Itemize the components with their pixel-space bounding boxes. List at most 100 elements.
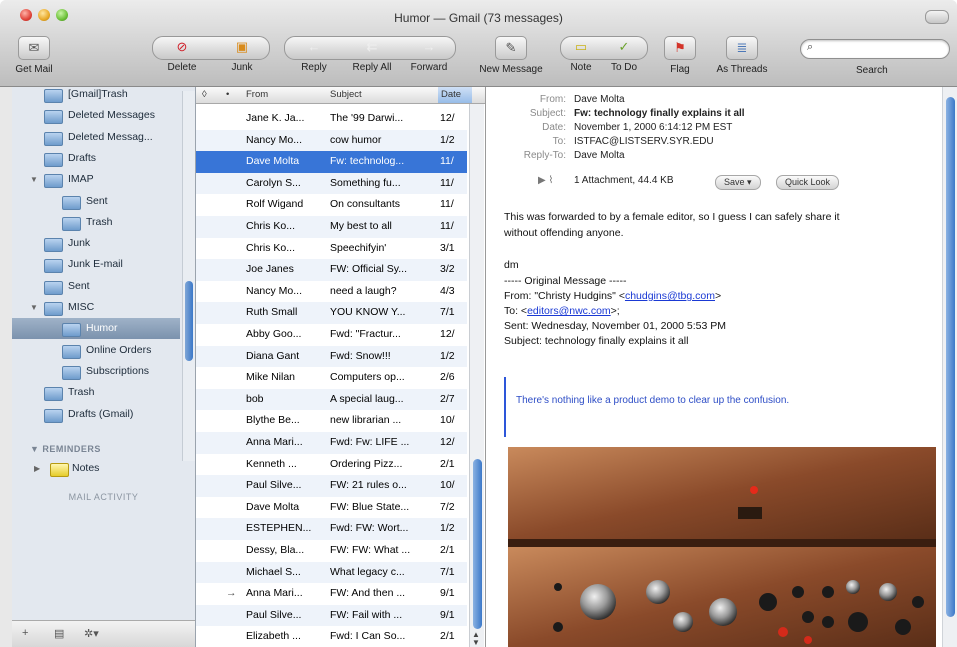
quick-look-button[interactable]: Quick Look: [776, 175, 840, 190]
junk-bag-icon: ▣: [235, 39, 249, 54]
to-value[interactable]: ISTFAC@LISTSERV.SYR.EDU: [574, 136, 714, 147]
new-message-button[interactable]: ✎ New Message: [470, 36, 552, 75]
original-from-prefix: From: "Christy Hudgins" <: [504, 290, 625, 302]
message-from: Carolyn S...: [246, 176, 301, 189]
message-row[interactable]: → Anna Mari... FW: And then ... 9/1: [196, 583, 467, 605]
inline-image-attachment[interactable]: [508, 442, 936, 647]
message-row[interactable]: ESTEPHEN... Fwd: FW: Wort... 1/2: [196, 518, 467, 540]
reply-all-button[interactable]: ⇇ Reply All: [346, 36, 398, 73]
reply-arrow-icon: ←: [307, 39, 321, 54]
sidebar-item[interactable]: ▼ IMAP: [12, 169, 180, 190]
sidebar-item-label: Online Orders: [86, 343, 152, 356]
subject-column-header[interactable]: Subject: [330, 89, 362, 100]
message-row[interactable]: Chris Ko... Speechifyin' 3/1: [196, 238, 467, 260]
sidebar-item-notes[interactable]: ▶ Notes: [12, 458, 180, 479]
sidebar-item[interactable]: Humor: [12, 318, 180, 340]
original-to-email-link[interactable]: editors@nwc.com: [527, 305, 611, 317]
get-mail-button[interactable]: ✉ Get Mail: [14, 36, 54, 75]
as-threads-button[interactable]: ≣ As Threads: [710, 36, 774, 75]
message-row[interactable]: Diana Gant Fwd: Snow!!! 1/2: [196, 345, 467, 368]
message-row[interactable]: Elizabeth ... Fwd: I Can So... 2/1: [196, 626, 467, 647]
delete-icon: ⊘: [176, 39, 188, 54]
sidebar-item-label: Humor: [86, 322, 118, 335]
disclosure-triangle-icon[interactable]: ▼: [30, 297, 38, 318]
message-row[interactable]: Paul Silve... FW: Fail with ... 9/1: [196, 604, 467, 627]
message-row[interactable]: Joe Janes FW: Official Sy... 3/2: [196, 259, 467, 281]
flag-button[interactable]: ⚑ Flag: [662, 36, 698, 75]
from-value[interactable]: Dave Molta: [574, 94, 625, 105]
delete-button[interactable]: ⊘ Delete: [162, 36, 202, 73]
message-row[interactable]: Dave Molta FW: Blue State... 7/2: [196, 497, 467, 519]
sidebar-item[interactable]: Deleted Messages: [12, 105, 180, 126]
sidebar-item[interactable]: Junk E-mail: [12, 254, 180, 275]
message-list-scrollbar[interactable]: ▲ ▼: [469, 104, 484, 647]
message-row[interactable]: Dessy, Bla... FW: FW: What ... 2/1: [196, 540, 467, 562]
sidebar-item[interactable]: Drafts (Gmail): [12, 404, 180, 425]
message-row[interactable]: Jane K. Ja... The '99 Darwi... 12/: [196, 108, 467, 130]
to-do-button[interactable]: ✓ To Do: [606, 36, 642, 73]
attachment-disclosure-icon[interactable]: ▶ ⌇: [538, 175, 553, 186]
search-field[interactable]: ⌕: [800, 39, 950, 59]
search-input[interactable]: [821, 41, 945, 57]
sidebar-item[interactable]: Deleted Messag...: [12, 127, 180, 148]
message-list-scroll-thumb[interactable]: [473, 459, 482, 629]
sidebar-item[interactable]: Online Orders: [12, 340, 180, 361]
gear-icon[interactable]: ✲▾: [84, 627, 99, 640]
message-row[interactable]: Mike Nilan Computers op... 2/6: [196, 367, 467, 389]
message-subject: Speechifyin': [330, 241, 387, 254]
sidebar-item[interactable]: Drafts: [12, 148, 180, 169]
delete-label: Delete: [167, 62, 197, 73]
message-row[interactable]: Blythe Be... new librarian ... 10/: [196, 410, 467, 432]
original-from-email-link[interactable]: chudgins@tbg.com: [625, 290, 715, 302]
show-photo-browser-icon[interactable]: ▤: [54, 627, 64, 640]
sidebar-scroll-thumb[interactable]: [185, 281, 193, 361]
message-row[interactable]: bob A special laug... 2/7: [196, 388, 467, 411]
save-attachment-button[interactable]: Save ▾: [715, 175, 761, 190]
original-from-line: From: "Christy Hudgins" <chudgins@tbg.co…: [504, 290, 721, 302]
sidebar-scrollbar[interactable]: [182, 91, 195, 461]
from-column-header[interactable]: From: [246, 89, 268, 100]
message-from: Joe Janes: [246, 263, 294, 276]
sidebar-item[interactable]: ▼ MISC: [12, 297, 180, 318]
sidebar-item[interactable]: [Gmail]Trash: [12, 84, 180, 105]
sidebar-item[interactable]: Trash: [12, 382, 180, 403]
message-row[interactable]: Kenneth ... Ordering Pizz... 2/1: [196, 454, 467, 476]
message-row[interactable]: Nancy Mo... need a laugh? 4/3: [196, 281, 467, 303]
thread-column-icon[interactable]: ◊: [202, 89, 207, 100]
sidebar-item[interactable]: Sent: [12, 276, 180, 297]
message-row[interactable]: Carolyn S... Something fu... 11/: [196, 172, 467, 195]
toolbar-toggle-button[interactable]: [925, 10, 949, 24]
message-row[interactable]: Anna Mari... Fwd: Fw: LIFE ... 12/: [196, 432, 467, 454]
note-button[interactable]: ▭ Note: [564, 36, 598, 73]
folder-icon: [44, 238, 63, 253]
sidebar-item[interactable]: Subscriptions: [12, 361, 180, 382]
to-label: To:: [552, 136, 566, 147]
message-viewer-scrollbar[interactable]: [942, 87, 957, 647]
disclosure-triangle-icon[interactable]: ▼: [30, 169, 38, 190]
original-to-line: To: <editors@nwc.com>;: [504, 305, 620, 317]
reply-to-value[interactable]: Dave Molta: [574, 150, 625, 161]
message-row[interactable]: Abby Goo... Fwd: "Fractur... 12/: [196, 324, 467, 346]
add-mailbox-icon[interactable]: +: [22, 627, 28, 639]
reply-button[interactable]: ← Reply: [292, 36, 336, 73]
reminders-section-header[interactable]: ▼ REMINDERS: [30, 444, 101, 454]
sidebar-item[interactable]: Junk: [12, 233, 180, 254]
message-row[interactable]: Michael S... What legacy c... 7/1: [196, 561, 467, 584]
folder-icon: [62, 323, 81, 338]
search-icon: ⌕: [807, 41, 814, 53]
sidebar-item[interactable]: Trash: [12, 212, 180, 233]
envelope-icon: ✉: [18, 36, 50, 60]
forward-button[interactable]: → Forward: [404, 36, 454, 73]
message-row[interactable]: Nancy Mo... cow humor 1/2: [196, 129, 467, 152]
date-column-header[interactable]: Date: [438, 87, 472, 103]
flag-column-icon[interactable]: •: [226, 89, 229, 100]
junk-button[interactable]: ▣ Junk: [222, 36, 262, 73]
message-row[interactable]: Rolf Wigand On consultants 11/: [196, 194, 467, 216]
message-row[interactable]: Paul Silve... FW: 21 rules o... 10/: [196, 475, 467, 497]
message-viewer-scroll-thumb[interactable]: [946, 97, 955, 617]
scroll-arrows-icon[interactable]: ▲ ▼: [472, 631, 480, 647]
message-row[interactable]: Ruth Small YOU KNOW Y... 7/1: [196, 302, 467, 324]
sidebar-item[interactable]: Sent: [12, 191, 180, 212]
message-row[interactable]: Chris Ko... My best to all 11/: [196, 216, 467, 238]
message-row[interactable]: Dave Molta Fw: technolog... 11/: [196, 151, 467, 173]
